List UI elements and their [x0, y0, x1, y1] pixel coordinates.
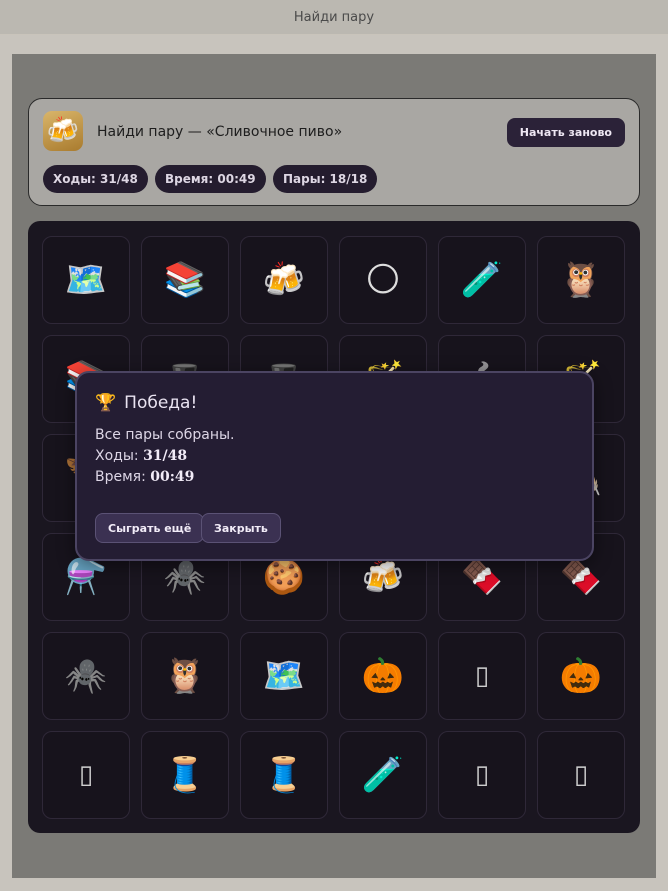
dialog-title: 🏆 Победа!: [95, 393, 197, 413]
dialog-time-label: Время:: [95, 469, 146, 485]
close-button[interactable]: Закрыть: [201, 513, 281, 543]
play-again-button[interactable]: Сыграть ещё: [95, 513, 205, 543]
dialog-moves-value: 31/48: [143, 448, 188, 464]
dialog-time-value: 00:49: [150, 469, 195, 485]
dialog-moves: Ходы: 31/48: [95, 448, 187, 464]
dialog-time: Время: 00:49: [95, 469, 194, 485]
trophy-icon: 🏆: [95, 393, 117, 413]
dialog-moves-label: Ходы:: [95, 448, 139, 464]
victory-dialog: 🏆 Победа! Все пары собраны. Ходы: 31/48 …: [75, 371, 594, 561]
dialog-title-text: Победа!: [124, 393, 198, 413]
dialog-message: Все пары собраны.: [95, 427, 235, 443]
